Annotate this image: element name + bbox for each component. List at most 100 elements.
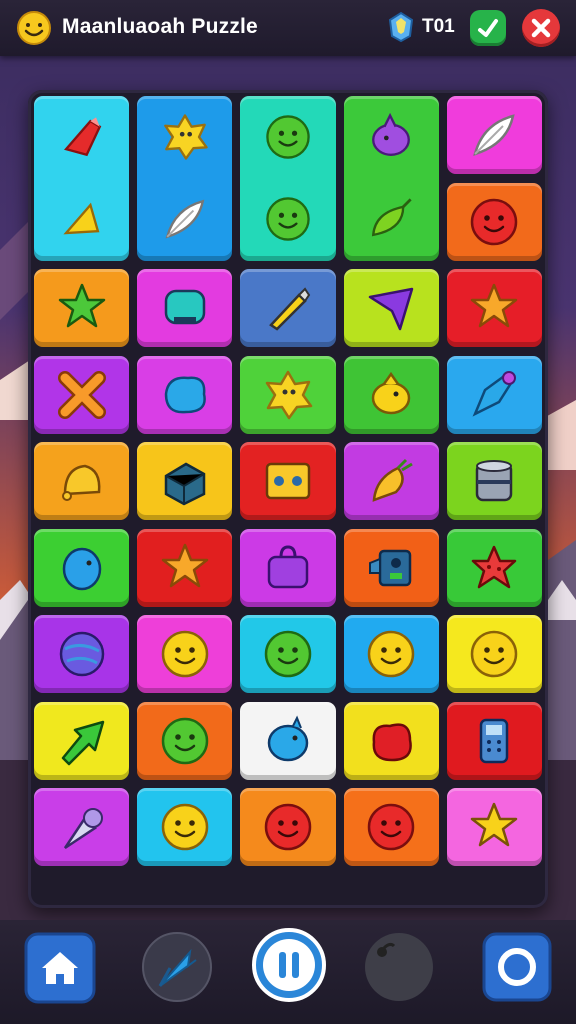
puzzle-tile[interactable] bbox=[240, 442, 336, 520]
purple-arrow-icon bbox=[368, 287, 414, 331]
purple-planet-icon bbox=[59, 631, 104, 677]
puzzle-tile[interactable] bbox=[137, 442, 233, 520]
puzzle-tile[interactable] bbox=[137, 615, 233, 693]
green-smiley-icon bbox=[264, 630, 312, 678]
puzzle-tile[interactable] bbox=[240, 355, 336, 434]
yellow-smiley-icon bbox=[161, 803, 209, 851]
puzzle-tile[interactable] bbox=[446, 701, 542, 780]
red-rocket-icon bbox=[63, 117, 101, 157]
puzzle-tile[interactable] bbox=[34, 528, 130, 607]
puzzle-tile[interactable] bbox=[343, 615, 439, 693]
green-smiley-icon bbox=[266, 197, 310, 242]
gem-badge-icon bbox=[388, 11, 414, 43]
puzzle-tile[interactable] bbox=[240, 788, 336, 866]
red-starfish-icon bbox=[472, 545, 517, 588]
red-smiley-icon bbox=[367, 803, 415, 851]
puzzle-tile[interactable] bbox=[34, 701, 130, 780]
yellow-cone-icon bbox=[62, 202, 100, 235]
puzzle-tile[interactable] bbox=[240, 96, 336, 261]
puzzle-tile[interactable] bbox=[137, 788, 233, 866]
blue-blob-icon bbox=[164, 376, 206, 413]
game-title: Maanluaoah Puzzle bbox=[62, 15, 258, 38]
red-smiley-icon bbox=[471, 198, 518, 245]
ice-cream-icon bbox=[63, 808, 103, 850]
puzzle-tile[interactable] bbox=[343, 528, 439, 607]
green-smiley-icon bbox=[161, 717, 209, 764]
teal-block-icon bbox=[164, 289, 206, 325]
confirm-button[interactable] bbox=[470, 10, 506, 46]
puzzle-tile[interactable] bbox=[240, 269, 336, 347]
white-feather-icon bbox=[473, 114, 516, 156]
top-bar: Maanluaoah Puzzle T01 bbox=[0, 0, 576, 56]
orange-star-icon bbox=[161, 543, 209, 587]
yellow-bell-icon bbox=[61, 464, 101, 501]
yellow-pen-icon bbox=[269, 287, 311, 331]
red-blob-icon bbox=[372, 722, 413, 761]
puzzle-tile[interactable] bbox=[240, 701, 336, 780]
green-arrow-icon bbox=[61, 720, 104, 765]
home-icon bbox=[24, 932, 96, 1004]
puzzle-tile[interactable] bbox=[137, 528, 233, 607]
puzzle-tile[interactable] bbox=[446, 182, 542, 261]
puzzle-tile[interactable] bbox=[446, 788, 542, 866]
puzzle-tile[interactable] bbox=[343, 788, 439, 866]
bomb-icon bbox=[365, 933, 433, 1001]
check-icon bbox=[478, 19, 498, 37]
yellow-smiley-icon bbox=[471, 630, 518, 678]
puzzle-tile[interactable] bbox=[343, 701, 439, 780]
yellow-star-icon bbox=[471, 802, 518, 847]
puzzle-tile[interactable] bbox=[34, 615, 130, 693]
puzzle-tile[interactable] bbox=[34, 442, 130, 520]
blue-box-icon bbox=[164, 462, 206, 506]
puzzle-tile[interactable] bbox=[34, 355, 130, 434]
blue-camera-icon bbox=[369, 549, 412, 586]
white-feather-icon bbox=[165, 199, 205, 239]
puzzle-tile[interactable] bbox=[240, 615, 336, 693]
puzzle-tile[interactable] bbox=[137, 96, 233, 261]
blue-egg-icon bbox=[62, 547, 101, 590]
puzzle-tile[interactable] bbox=[446, 96, 542, 174]
puzzle-board bbox=[28, 90, 548, 908]
orange-star-icon bbox=[471, 283, 518, 328]
puzzle-tile[interactable] bbox=[446, 442, 542, 520]
yellow-star-blob-icon bbox=[265, 370, 313, 419]
puzzle-tile[interactable] bbox=[34, 96, 130, 261]
puzzle-tile[interactable] bbox=[240, 528, 336, 607]
puzzle-tile[interactable] bbox=[137, 269, 233, 347]
green-smiley-icon bbox=[266, 115, 310, 159]
puzzle-tile[interactable] bbox=[343, 355, 439, 434]
puzzle-tile[interactable] bbox=[343, 442, 439, 520]
ring-icon bbox=[482, 932, 552, 1002]
puzzle-tile[interactable] bbox=[137, 355, 233, 434]
orange-x-icon bbox=[57, 370, 106, 419]
bottom-toolbar bbox=[0, 920, 576, 1024]
puzzle-tile[interactable] bbox=[446, 528, 542, 607]
puzzle-tile[interactable] bbox=[137, 701, 233, 780]
blue-phone-icon bbox=[480, 718, 509, 763]
home-button[interactable] bbox=[24, 932, 96, 1004]
puzzle-tile[interactable] bbox=[446, 355, 542, 434]
blue-rocket-icon bbox=[472, 370, 517, 417]
gray-can-icon bbox=[476, 460, 513, 502]
hint-button[interactable] bbox=[140, 930, 214, 1004]
puzzle-tile[interactable] bbox=[34, 269, 130, 347]
close-button[interactable] bbox=[522, 9, 560, 47]
pause-button[interactable] bbox=[252, 928, 326, 1002]
restart-button[interactable] bbox=[482, 932, 552, 1002]
red-smiley-icon bbox=[264, 803, 312, 851]
puzzle-tile[interactable] bbox=[34, 788, 130, 866]
blue-bird-icon bbox=[267, 715, 309, 761]
puzzle-tile[interactable] bbox=[446, 615, 542, 693]
yellow-star-blob-icon bbox=[163, 114, 208, 160]
puzzle-tile[interactable] bbox=[446, 269, 542, 347]
yellow-carrot-icon bbox=[372, 458, 413, 502]
green-star-icon bbox=[58, 283, 105, 328]
yellow-smiley-icon bbox=[161, 630, 209, 678]
smiley-icon bbox=[17, 11, 51, 45]
arrow-hint-icon bbox=[142, 932, 212, 1002]
yellow-smiley-icon bbox=[367, 630, 415, 678]
puzzle-tile[interactable] bbox=[343, 96, 439, 261]
puzzle-tile[interactable] bbox=[343, 269, 439, 347]
pause-icon bbox=[252, 928, 326, 1002]
bomb-button[interactable] bbox=[362, 930, 436, 1004]
